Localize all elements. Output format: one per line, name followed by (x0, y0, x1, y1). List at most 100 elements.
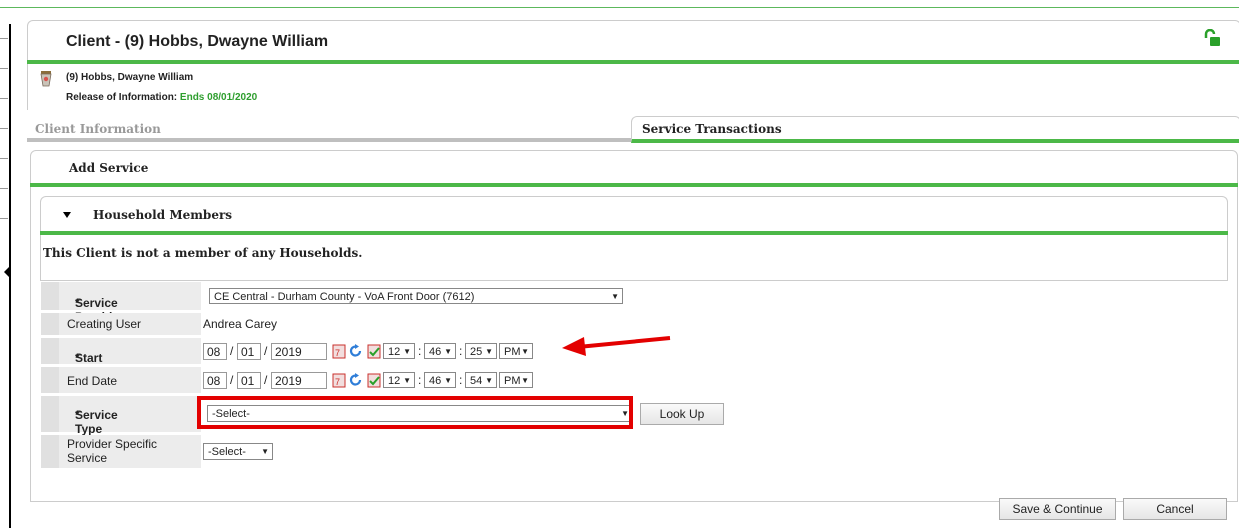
select-value: -Select- (208, 446, 246, 458)
field-value: CE Central - Durham County - VoA Front D… (201, 282, 638, 310)
panel-title: Add Service (69, 161, 149, 175)
provider-specific-label-1: Provider Specific (67, 437, 158, 451)
field-value: Andrea Carey (201, 313, 638, 335)
start-year-input[interactable]: 2019 (271, 343, 327, 360)
left-rail (0, 8, 14, 528)
creating-user-value: Andrea Carey (203, 317, 278, 331)
end-date-label: End Date (67, 374, 118, 388)
required-mark: * (75, 408, 80, 422)
row-end-date: End Date 08 / 01 / 2019 7 12 ▼ : 46 ▼ : 54… (41, 367, 638, 393)
start-minute-select[interactable]: 46 ▼ (424, 343, 456, 359)
start-month-input[interactable]: 08 (203, 343, 227, 360)
client-info-bar: (9) Hobbs, Dwayne William Release of Inf… (27, 64, 1239, 110)
top-accent-line (0, 7, 1239, 8)
end-year-input[interactable]: 2019 (271, 372, 327, 389)
rail-tick (0, 38, 8, 39)
start-day-input[interactable]: 01 (237, 343, 261, 360)
dropdown-arrow-icon: ▼ (444, 376, 452, 385)
start-hour-select[interactable]: 12 ▼ (383, 343, 415, 359)
row-creating-user: Creating User Andrea Carey (41, 313, 638, 335)
calendar-check-icon[interactable] (367, 343, 381, 359)
household-message: This Client is not a member of any House… (43, 246, 363, 260)
field-value: -Select- ▼ (201, 435, 638, 468)
svg-text:7: 7 (335, 348, 340, 358)
service-provider-select[interactable]: CE Central - Durham County - VoA Front D… (209, 288, 623, 304)
household-title: Household Members (93, 208, 233, 222)
svg-text:7: 7 (335, 377, 340, 387)
unlocked-padlock-icon[interactable] (1203, 29, 1221, 47)
field-label: Creating User (59, 313, 201, 335)
field-label: Service Type * (59, 396, 201, 436)
dropdown-arrow-icon: ▼ (261, 447, 269, 456)
tab-label: Client Information (35, 122, 161, 136)
cancel-button[interactable]: Cancel (1123, 498, 1227, 520)
roi-label: Release of Information: (66, 92, 178, 103)
tab-label: Service Transactions (642, 122, 782, 136)
household-body: This Client is not a member of any House… (40, 235, 1228, 281)
tab-service-transactions[interactable]: Service Transactions (631, 116, 1239, 143)
save-continue-button[interactable]: Save & Continue (999, 498, 1116, 520)
field-value: 08 / 01 / 2019 7 12 ▼ : 46 ▼ : 54 ▼ PM ▼ (201, 367, 638, 393)
select-value: PM (504, 346, 521, 358)
service-type-label: Service Type (75, 408, 118, 436)
rail-tick (0, 218, 8, 219)
refresh-icon[interactable] (349, 343, 363, 359)
time-separator: : (459, 344, 463, 358)
household-section: Household Members This Client is not a m… (40, 196, 1228, 290)
start-ampm-select[interactable]: PM ▼ (499, 343, 533, 359)
date-separator: / (264, 373, 268, 387)
rail-tick (0, 128, 8, 129)
select-value: 54 (470, 375, 483, 387)
field-label: Start Date* (59, 338, 201, 379)
field-label: Service Provider* (59, 282, 201, 324)
select-value: 25 (470, 346, 483, 358)
required-mark: * (75, 351, 80, 365)
end-second-select[interactable]: 54 ▼ (465, 372, 497, 388)
collapse-sidebar-icon[interactable] (4, 266, 10, 278)
release-of-information: Release of Information: Ends 08/01/2020 (66, 92, 257, 103)
client-cup-icon (40, 71, 52, 87)
page-title: Client - (9) Hobbs, Dwayne William (66, 33, 329, 50)
end-hour-select[interactable]: 12 ▼ (383, 372, 415, 388)
row-gutter (41, 435, 59, 468)
collapse-triangle-icon[interactable] (63, 212, 71, 218)
provider-specific-select[interactable]: -Select- ▼ (203, 443, 273, 460)
end-ampm-select[interactable]: PM ▼ (499, 372, 533, 388)
calendar-icon[interactable]: 7 (332, 343, 346, 359)
refresh-icon[interactable] (349, 372, 363, 388)
household-header[interactable]: Household Members (40, 196, 1228, 232)
dropdown-arrow-icon: ▼ (611, 292, 619, 301)
field-label: Provider Specific Service (59, 435, 201, 468)
rail-tick (0, 158, 8, 159)
roi-value: Ends 08/01/2020 (179, 92, 258, 103)
dropdown-arrow-icon: ▼ (403, 376, 411, 385)
row-service-provider: Service Provider* CE Central - Durham Co… (41, 282, 638, 324)
dropdown-arrow-icon: ▼ (403, 347, 411, 356)
end-minute-select[interactable]: 46 ▼ (424, 372, 456, 388)
row-gutter (41, 282, 59, 310)
date-separator: / (264, 344, 268, 358)
rail-tick (0, 68, 8, 69)
end-day-input[interactable]: 01 (237, 372, 261, 389)
end-month-input[interactable]: 08 (203, 372, 227, 389)
select-value: 46 (429, 346, 442, 358)
row-gutter (41, 338, 59, 364)
calendar-check-icon[interactable] (367, 372, 381, 388)
tab-client-information[interactable]: Client Information (27, 116, 631, 142)
dropdown-arrow-icon: ▼ (485, 376, 493, 385)
date-separator: / (230, 344, 234, 358)
row-gutter (41, 367, 59, 393)
look-up-button[interactable]: Look Up (640, 403, 724, 425)
start-second-select[interactable]: 25 ▼ (465, 343, 497, 359)
provider-specific-label-2: Service (67, 451, 108, 465)
row-gutter (41, 396, 59, 432)
field-label: End Date (59, 367, 201, 393)
row-gutter (41, 313, 59, 335)
client-header: Client - (9) Hobbs, Dwayne William (27, 20, 1239, 61)
calendar-icon[interactable]: 7 (332, 372, 346, 388)
dropdown-arrow-icon: ▼ (521, 347, 529, 356)
time-separator: : (418, 373, 422, 387)
dropdown-arrow-icon: ▼ (521, 376, 529, 385)
creating-user-label: Creating User (67, 317, 142, 331)
row-start-date: Start Date* 08 / 01 / 2019 7 12▼ : 46▼ :… (41, 338, 638, 379)
